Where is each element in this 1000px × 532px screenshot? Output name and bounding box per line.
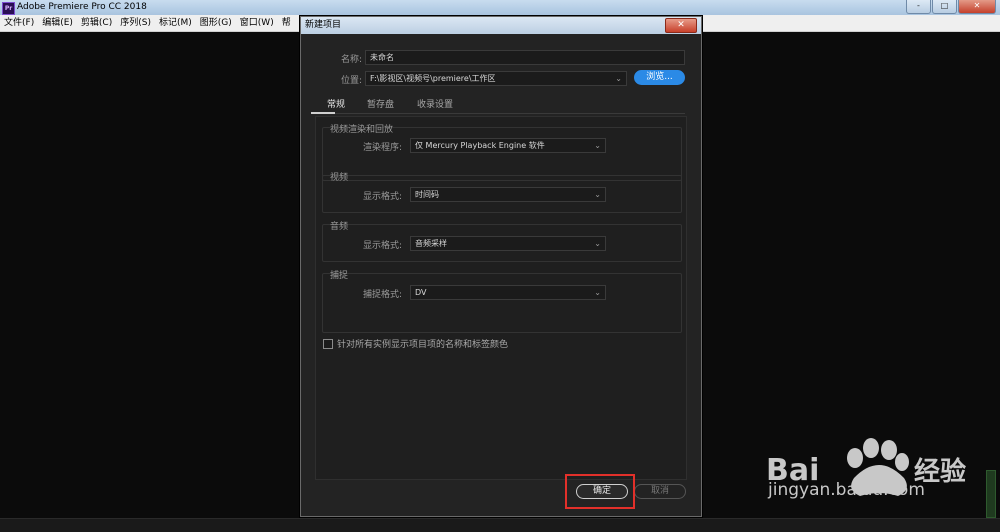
general-settings-panel: 视频渲染和回放 渲染程序: 仅 Mercury Playback Engine …: [315, 116, 687, 480]
capture-format-select[interactable]: DV ⌄: [410, 285, 606, 300]
maximize-button[interactable]: □: [932, 0, 957, 14]
chevron-down-icon: ⌄: [594, 141, 601, 150]
capture-group-title: 捕捉: [330, 271, 349, 281]
dialog-tabs: 常规 暂存盘 收录设置: [317, 95, 685, 114]
video-format-label: 显示格式:: [363, 192, 403, 202]
menu-edit[interactable]: 编辑(E): [42, 15, 73, 31]
capture-format-label: 捕捉格式:: [363, 290, 403, 300]
location-value: F:\影视区\视频号\premiere\工作区: [370, 74, 496, 83]
menu-window[interactable]: 窗口(W): [240, 15, 274, 31]
browse-button[interactable]: 浏览...: [634, 70, 685, 85]
renderer-label: 渲染程序:: [363, 143, 403, 153]
close-app-button[interactable]: ✕: [958, 0, 996, 14]
audio-format-select[interactable]: 音频采样 ⌄: [410, 236, 606, 251]
chevron-down-icon: ⌄: [594, 288, 601, 297]
cancel-button[interactable]: 取消: [634, 484, 686, 499]
location-select[interactable]: F:\影视区\视频号\premiere\工作区 ⌄: [365, 71, 627, 86]
menu-marker[interactable]: 标记(M): [159, 15, 192, 31]
app-titlebar: Pr Adobe Premiere Pro CC 2018 - □ ✕: [0, 0, 1000, 16]
location-label: 位置:: [341, 76, 363, 86]
tab-scratch-disks[interactable]: 暂存盘: [367, 97, 394, 110]
project-name-input[interactable]: 未命名: [365, 50, 685, 65]
premiere-logo-icon: Pr: [2, 2, 15, 15]
tab-general[interactable]: 常规: [327, 97, 345, 110]
renderer-value: 仅 Mercury Playback Engine 软件: [415, 141, 545, 150]
chevron-down-icon: ⌄: [594, 239, 601, 248]
audio-format-label: 显示格式:: [363, 241, 403, 251]
menu-clip[interactable]: 剪辑(C): [81, 15, 112, 31]
tab-ingest-settings[interactable]: 收录设置: [417, 97, 453, 110]
chevron-down-icon: ⌄: [594, 190, 601, 199]
audio-group-title: 音频: [330, 222, 349, 232]
menu-sequence[interactable]: 序列(S): [120, 15, 151, 31]
window-controls: - □ ✕: [906, 0, 996, 14]
renderer-select[interactable]: 仅 Mercury Playback Engine 软件 ⌄: [410, 138, 606, 153]
audio-format-value: 音频采样: [415, 239, 447, 248]
capture-group: [322, 273, 682, 333]
new-project-dialog: 新建项目 ✕ 名称: 未命名 位置: F:\影视区\视频号\premiere\工…: [300, 16, 702, 517]
video-group-title: 视频: [330, 173, 349, 183]
menu-file[interactable]: 文件(F): [4, 15, 34, 31]
menu-bar-right: [700, 15, 1000, 32]
render-group: [322, 127, 682, 181]
highlight-box: [565, 474, 635, 509]
dialog-title: 新建项目: [305, 20, 342, 30]
show-labels-label: 针对所有实例显示项目项的名称和标签颜色: [337, 340, 509, 350]
chevron-down-icon: ⌄: [615, 74, 622, 83]
minimize-button[interactable]: -: [906, 0, 931, 14]
capture-format-value: DV: [415, 288, 427, 297]
menu-items: 文件(F) 编辑(E) 剪辑(C) 序列(S) 标记(M) 图形(G) 窗口(W…: [4, 15, 291, 31]
app-title: Adobe Premiere Pro CC 2018: [17, 2, 147, 12]
video-format-value: 时间码: [415, 190, 439, 199]
active-tab-indicator: [311, 112, 335, 114]
dialog-titlebar: 新建项目 ✕: [301, 17, 701, 34]
dialog-close-button[interactable]: ✕: [665, 18, 697, 33]
menu-graphics[interactable]: 图形(G): [200, 15, 232, 31]
video-format-select[interactable]: 时间码 ⌄: [410, 187, 606, 202]
menu-help[interactable]: 帮: [282, 15, 291, 31]
watermark-url: jingyan.baidu.com: [768, 480, 925, 500]
menu-bar: 文件(F) 编辑(E) 剪辑(C) 序列(S) 标记(M) 图形(G) 窗口(W…: [0, 15, 300, 32]
render-group-title: 视频渲染和回放: [330, 125, 394, 135]
name-label: 名称:: [341, 55, 363, 65]
show-labels-checkbox[interactable]: [323, 339, 333, 349]
baidu-watermark: Bai 经验: [766, 438, 966, 496]
status-bar: [0, 518, 1000, 532]
